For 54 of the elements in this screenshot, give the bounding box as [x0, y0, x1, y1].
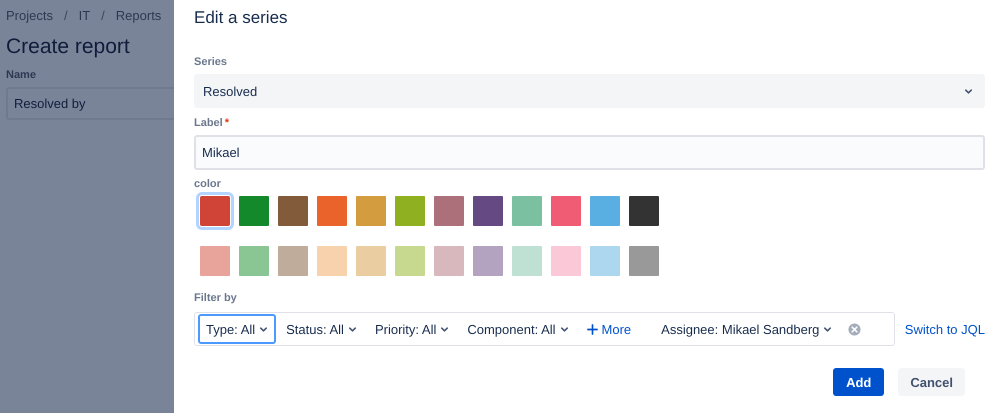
breadcrumb-separator: / — [100, 8, 106, 23]
color-swatch[interactable] — [551, 196, 581, 226]
series-select[interactable]: Resolved — [194, 74, 985, 108]
filter-dropdown[interactable]: Status: All — [278, 314, 365, 344]
name-field[interactable]: Resolved by — [6, 87, 174, 120]
clear-icon[interactable] — [848, 322, 862, 336]
switch-to-jql-link[interactable]: Switch to JQL — [904, 322, 985, 336]
panel-title: Edit a series — [194, 8, 289, 28]
breadcrumb-separator: / — [62, 8, 69, 23]
chevron-down-icon — [348, 324, 357, 334]
color-swatch[interactable] — [200, 196, 230, 226]
color-swatch[interactable] — [512, 196, 542, 226]
plus-icon — [586, 324, 598, 334]
color-swatch[interactable] — [278, 196, 308, 226]
color-swatch[interactable] — [434, 246, 464, 276]
color-swatch[interactable] — [590, 246, 620, 276]
filter-dropdown[interactable]: Priority: All — [366, 314, 458, 344]
color-swatch[interactable] — [473, 246, 503, 276]
field-label: Name — [6, 69, 37, 81]
filter-dropdown[interactable]: Component: All — [459, 314, 577, 344]
color-swatch[interactable] — [278, 246, 308, 276]
color-swatch[interactable] — [512, 246, 542, 276]
chevron-down-icon — [823, 324, 832, 334]
chevron-down-icon — [964, 86, 973, 96]
field-label: Series — [194, 56, 228, 68]
color-swatch[interactable] — [239, 196, 269, 226]
filter-dropdown[interactable]: Assignee: Mikael Sandberg — [653, 314, 840, 344]
color-swatch[interactable] — [473, 196, 503, 226]
color-swatch[interactable] — [356, 246, 386, 276]
color-swatch[interactable] — [356, 196, 386, 226]
subtle-button[interactable]: Cancel — [898, 368, 965, 396]
field-label: color — [194, 178, 221, 190]
color-swatch[interactable] — [629, 196, 659, 226]
required-asterisk: * — [224, 117, 230, 129]
color-swatch[interactable] — [434, 196, 464, 226]
color-swatch[interactable] — [590, 196, 620, 226]
color-swatch[interactable] — [317, 246, 347, 276]
label-input-field[interactable]: Mikael — [194, 135, 985, 170]
color-swatch[interactable] — [317, 196, 347, 226]
chevron-down-icon — [560, 324, 569, 334]
color-swatch[interactable] — [200, 246, 230, 276]
color-swatch[interactable] — [551, 246, 581, 276]
more-filters-button[interactable]: More — [578, 314, 640, 344]
color-swatch[interactable] — [395, 246, 425, 276]
color-swatch[interactable] — [239, 246, 269, 276]
color-swatch[interactable] — [629, 246, 659, 276]
primary-button[interactable]: Add — [833, 368, 884, 396]
chevron-down-icon — [259, 324, 268, 334]
color-swatch[interactable] — [395, 196, 425, 226]
field-label: Label — [194, 117, 223, 129]
chevron-down-icon — [440, 324, 450, 334]
page-title: Create report — [6, 35, 131, 59]
field-label: Filter by — [194, 292, 237, 304]
filter-dropdown[interactable]: Type: All — [198, 314, 276, 344]
